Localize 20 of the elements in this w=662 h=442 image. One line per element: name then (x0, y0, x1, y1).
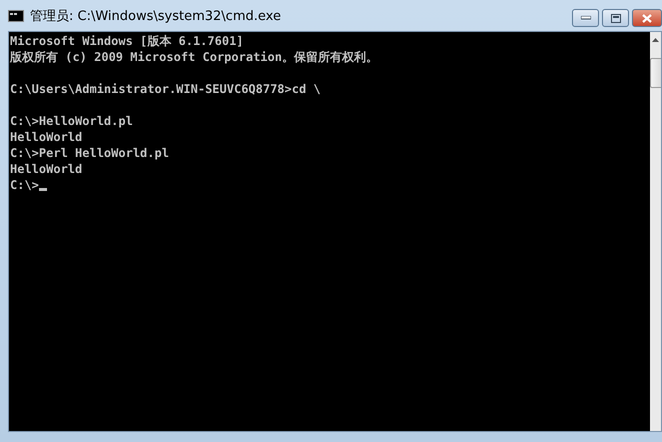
text-cursor (38, 188, 47, 190)
window-title: 管理员: C:\Windows\system32\cmd.exe (30, 8, 282, 24)
console-line: C:\Users\Administrator.WIN-SEUVC6Q8778>cd \ (10, 81, 321, 97)
scroll-thumb[interactable] (650, 58, 661, 88)
minimize-icon (580, 16, 590, 20)
maximize-button[interactable] (602, 9, 629, 27)
console-line: Microsoft Windows [版本 6.1.7601] (10, 33, 244, 49)
minimize-button[interactable] (572, 9, 599, 27)
console-app-icon (8, 10, 24, 22)
console-line: C:\> (10, 177, 39, 193)
console-line: HelloWorld (10, 161, 82, 177)
console-line: C:\>HelloWorld.pl (10, 113, 133, 129)
scrollbar[interactable] (650, 32, 661, 431)
close-button[interactable] (632, 9, 662, 27)
console-line: 版权所有 (c) 2009 Microsoft Corporation。保留所有权利。 (10, 49, 378, 65)
console-line: C:\>Perl HelloWorld.pl (10, 145, 169, 161)
maximize-icon (610, 14, 620, 22)
console-line: HelloWorld (10, 129, 82, 145)
close-icon (642, 14, 652, 22)
scroll-up-arrow-icon (652, 38, 659, 42)
